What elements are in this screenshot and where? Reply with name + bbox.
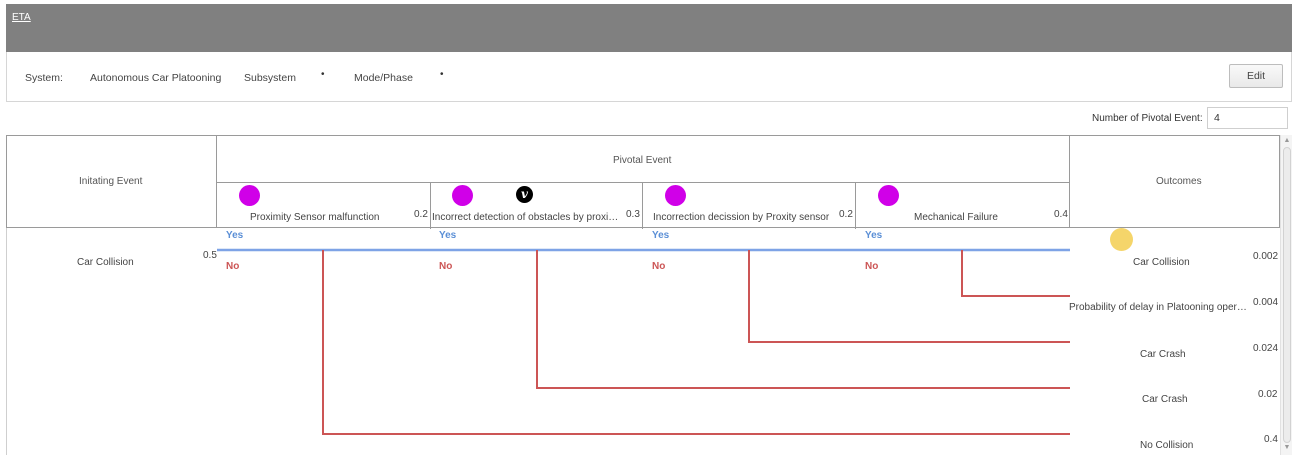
scroll-thumb[interactable] [1283, 147, 1291, 443]
initiating-event-header-cell: Initating Event [6, 135, 217, 228]
outcome-4-prob: 0.02 [1258, 389, 1278, 400]
pivot-4-circle-icon[interactable] [878, 185, 899, 206]
outcome-2-prob: 0.004 [1253, 297, 1279, 308]
subsystem-label: Subsystem [244, 72, 296, 84]
pivot-2-name: Incorrect detection of obstacles by prox… [432, 212, 622, 223]
pivot-column-1[interactable]: Proximity Sensor malfunction 0.2 [217, 182, 431, 229]
outcomes-header: Outcomes [1156, 176, 1202, 187]
edit-button[interactable]: Edit [1229, 64, 1283, 88]
system-label: System: [25, 72, 63, 84]
pivot-column-2[interactable]: v Incorrect detection of obstacles by pr… [430, 182, 643, 229]
pivot-1-name: Proximity Sensor malfunction [250, 212, 380, 223]
pivot-count-label: Number of Pivotal Event: [1092, 113, 1203, 124]
pivot-3-prob: 0.2 [839, 209, 853, 220]
initiating-event-header: Initating Event [79, 176, 143, 187]
no-label-1: No [226, 261, 240, 272]
no-label-2: No [439, 261, 453, 272]
scroll-down-icon[interactable]: ▼ [1282, 443, 1292, 453]
pivot-2-circle-icon[interactable] [452, 185, 473, 206]
yes-label-1: Yes [226, 230, 244, 241]
pivotal-event-header: Pivotal Event [613, 155, 672, 166]
pivot-count-input[interactable] [1207, 107, 1288, 129]
yes-label-4: Yes [865, 230, 883, 241]
no-label-3: No [652, 261, 666, 272]
outcome-3-prob: 0.024 [1253, 343, 1279, 354]
outcome-1-name: Car Collision [1133, 257, 1190, 268]
vertical-scrollbar[interactable]: ▲ ▼ [1280, 135, 1292, 455]
app-title-link[interactable]: ETA [12, 12, 31, 23]
system-bar: System: Autonomous Car Platooning Subsys… [6, 52, 1292, 102]
pivot-3-circle-icon[interactable] [665, 185, 686, 206]
pivot-column-3[interactable]: Incorrection decission by Proxity sensor… [643, 182, 856, 229]
outcome-3-name: Car Crash [1140, 349, 1186, 360]
mode-phase-value[interactable]: • [440, 69, 444, 80]
initiating-event-name: Car Collision [77, 257, 134, 268]
outcome-circle-icon[interactable] [1110, 228, 1133, 251]
title-bar: ETA [6, 4, 1292, 52]
event-tree-header: Initating Event Pivotal Event Proximity … [6, 135, 1280, 229]
pivot-1-circle-icon[interactable] [239, 185, 260, 206]
mode-phase-label: Mode/Phase [354, 72, 413, 84]
pivot-4-name: Mechanical Failure [914, 212, 998, 223]
initiating-event-prob: 0.5 [203, 250, 217, 261]
event-tree-body: Car Collision 0.5 Yes No Yes No Yes No Y… [6, 228, 1280, 455]
system-value[interactable]: Autonomous Car Platooning [90, 72, 221, 84]
subsystem-value[interactable]: • [321, 69, 325, 80]
scroll-up-icon[interactable]: ▲ [1282, 136, 1292, 146]
yes-label-2: Yes [439, 230, 457, 241]
outcome-1-prob: 0.002 [1253, 251, 1279, 262]
outcome-2-name: Probability of delay in Platooning opera… [1069, 302, 1250, 313]
pivot-3-name: Incorrection decission by Proxity sensor [653, 212, 830, 223]
outcome-4-name: Car Crash [1142, 394, 1188, 405]
outcomes-header-cell: Outcomes [1069, 135, 1280, 228]
yes-label-3: Yes [652, 230, 670, 241]
no-label-4: No [865, 261, 879, 272]
pivot-1-prob: 0.2 [414, 209, 428, 220]
outcome-5-name: No Collision [1140, 440, 1194, 451]
outcome-5-prob: 0.4 [1264, 434, 1278, 445]
pivot-column-4[interactable]: Mechanical Failure 0.4 [856, 182, 1070, 229]
vimeo-icon[interactable]: v [516, 186, 533, 203]
pivotal-event-header-cell: Pivotal Event Proximity Sensor malfuncti… [216, 135, 1070, 229]
pivot-2-prob: 0.3 [626, 209, 640, 220]
pivot-4-prob: 0.4 [1054, 209, 1068, 220]
